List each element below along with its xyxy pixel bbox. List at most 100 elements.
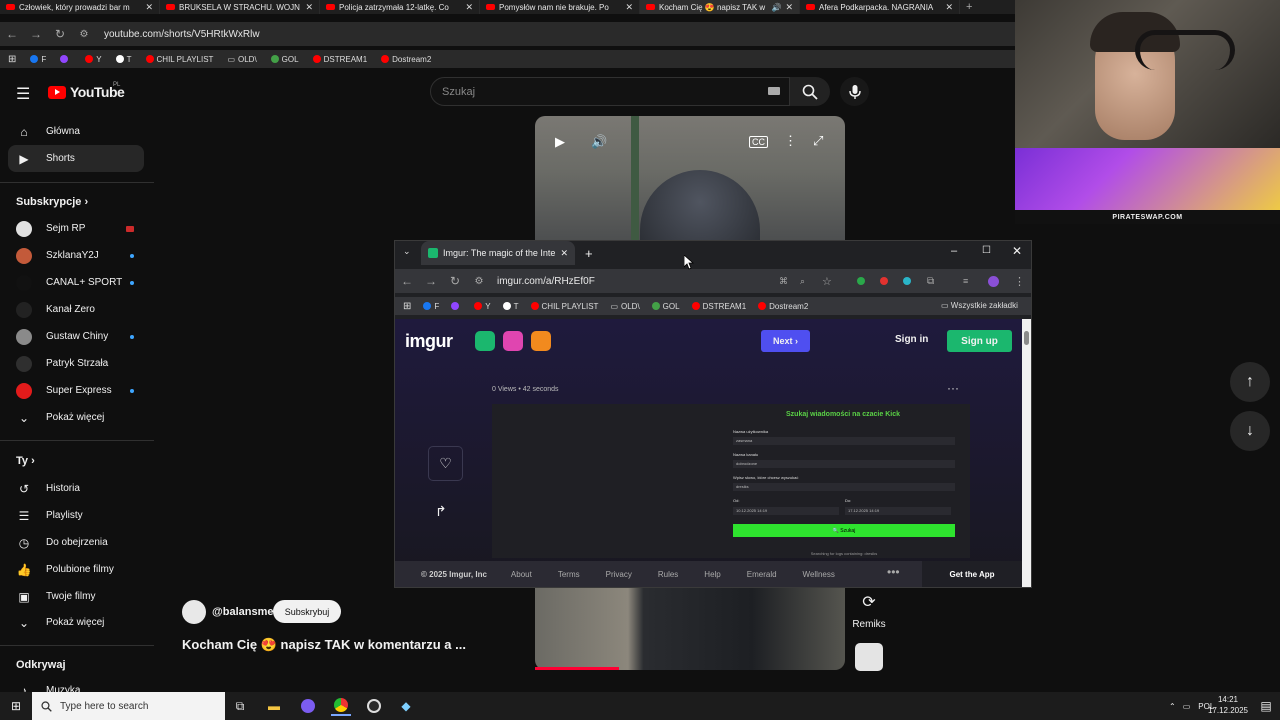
scrollbar[interactable] bbox=[1022, 319, 1031, 587]
post-more-icon[interactable]: ··· bbox=[947, 381, 959, 395]
all-bookmarks[interactable]: ▭ Wszystkie zakładki bbox=[941, 301, 1018, 310]
audio-playing-icon[interactable]: 🔊 bbox=[771, 3, 781, 12]
sidebar-item[interactable]: ↺ Historia bbox=[8, 475, 144, 502]
footer-link[interactable]: Privacy bbox=[606, 570, 632, 579]
site-info-icon[interactable]: ⚙ bbox=[467, 276, 491, 287]
forward-icon[interactable]: → bbox=[24, 27, 48, 41]
browser-tab[interactable]: Pomysłów nam nie brakuje. Po ✕ bbox=[480, 0, 640, 14]
sidebar-item[interactable]: Kanał Zero bbox=[8, 296, 144, 323]
media-icon[interactable]: ≡ bbox=[963, 276, 968, 286]
imgur-upload-icon[interactable] bbox=[475, 331, 495, 351]
taskbar-search[interactable]: Type here to search bbox=[32, 692, 225, 720]
you-heading[interactable]: Ty › bbox=[16, 455, 35, 467]
keyboard-icon[interactable] bbox=[768, 87, 780, 95]
sidebar-item[interactable]: SzklanaY2J bbox=[8, 242, 144, 269]
close-tab-icon[interactable]: ✕ bbox=[465, 2, 473, 13]
sidebar-item[interactable]: ◷ Do obejrzenia bbox=[8, 529, 144, 556]
tab-search-icon[interactable]: ⌄ bbox=[403, 246, 411, 257]
maximize-icon[interactable]: ☐ bbox=[982, 245, 991, 256]
footer-more-icon[interactable]: ••• bbox=[887, 565, 900, 579]
browser-tab[interactable]: Człowiek, który prowadzi bar m ✕ bbox=[0, 0, 160, 14]
tray-chevron-icon[interactable]: ⌃ bbox=[1169, 702, 1176, 711]
search-button[interactable] bbox=[790, 77, 830, 106]
remix-icon[interactable]: ⟳ bbox=[852, 588, 886, 616]
footer-link[interactable]: Help bbox=[704, 570, 720, 579]
bookmark-item[interactable]: T bbox=[115, 55, 132, 64]
imgur-logo[interactable]: imgur bbox=[405, 331, 453, 352]
forward-icon[interactable]: → bbox=[419, 274, 443, 288]
sign-up-button[interactable]: Sign up bbox=[947, 330, 1012, 352]
next-short-button[interactable]: ↓ bbox=[1230, 411, 1270, 451]
bookmark-item[interactable]: F bbox=[423, 302, 439, 311]
windows-start-icon[interactable]: ⊞ bbox=[6, 696, 26, 716]
imgur-tab[interactable]: Imgur: The magic of the Interne ✕ bbox=[421, 241, 575, 265]
minimize-icon[interactable]: – bbox=[951, 245, 957, 257]
volume-icon[interactable]: 🔊 bbox=[591, 134, 607, 150]
close-tab-icon[interactable]: ✕ bbox=[785, 2, 793, 13]
subscribe-button[interactable]: Subskrybuj bbox=[273, 600, 341, 623]
bookmark-item[interactable]: Y bbox=[474, 302, 491, 311]
voice-search-button[interactable] bbox=[840, 77, 869, 106]
favorite-button[interactable]: ♡ bbox=[428, 446, 463, 481]
new-tab-icon[interactable]: + bbox=[585, 246, 593, 261]
browser-menu-icon[interactable]: ⋮ bbox=[1014, 275, 1025, 288]
browser-tab[interactable]: Afera Podkarpacka. NAGRANIA ✕ bbox=[800, 0, 960, 14]
get-app-button[interactable]: Get the App bbox=[922, 561, 1022, 587]
menu-icon[interactable]: ☰ bbox=[16, 84, 30, 104]
bookmark-item[interactable]: ▭ OLD\ bbox=[610, 302, 639, 311]
imgur-url[interactable]: imgur.com/a/RHzEf0F bbox=[497, 276, 595, 287]
bookmark-item[interactable]: T bbox=[502, 302, 519, 311]
app-icon[interactable] bbox=[364, 696, 384, 716]
sound-thumbnail[interactable] bbox=[855, 643, 883, 671]
bookmark-item[interactable]: Dostream2 bbox=[758, 302, 808, 311]
browser-tab[interactable]: Kocham Cię 😍 napisz TAK w 🔊 ✕ bbox=[640, 0, 800, 14]
back-icon[interactable]: ← bbox=[395, 274, 419, 288]
play-icon[interactable]: ▶ bbox=[555, 134, 565, 150]
browser-tab[interactable]: Policja zatrzymała 12-latkę. Co ✕ bbox=[320, 0, 480, 14]
bookmark-item[interactable]: Dostream2 bbox=[381, 55, 431, 64]
chrome-icon[interactable] bbox=[331, 696, 351, 716]
outer-url[interactable]: youtube.com/shorts/V5HRtkWxRlw bbox=[104, 29, 260, 40]
back-icon[interactable]: ← bbox=[0, 27, 24, 41]
video-progress-bar[interactable] bbox=[535, 667, 619, 670]
next-post-button[interactable]: Next › bbox=[761, 330, 810, 352]
short-title[interactable]: Kocham Cię 😍 napisz TAK w komentarzu a .… bbox=[182, 637, 466, 653]
subscriptions-heading[interactable]: Subskrypcje › bbox=[16, 196, 88, 208]
sidebar-item[interactable]: Gustaw Chiny bbox=[8, 323, 144, 350]
bookmark-item[interactable]: F bbox=[30, 55, 46, 64]
bookmark-item[interactable] bbox=[60, 55, 71, 63]
bookmark-item[interactable]: DSTREAM1 bbox=[691, 302, 746, 311]
network-icon[interactable]: ▭ bbox=[1183, 702, 1191, 711]
apps-grid-icon[interactable]: ⊞ bbox=[8, 54, 16, 65]
footer-link[interactable]: Emerald bbox=[747, 570, 777, 579]
new-tab-icon[interactable]: + bbox=[966, 1, 972, 13]
imgur-meme-icon[interactable] bbox=[503, 331, 523, 351]
footer-link[interactable]: Terms bbox=[558, 570, 580, 579]
bookmark-item[interactable]: GOL bbox=[651, 302, 680, 311]
sign-in-link[interactable]: Sign in bbox=[895, 334, 928, 345]
file-explorer-icon[interactable]: ▬ bbox=[264, 696, 284, 716]
sidebar-item[interactable]: Patryk Strzała bbox=[8, 350, 144, 377]
extension-icon[interactable] bbox=[857, 277, 865, 285]
close-tab-icon[interactable]: ✕ bbox=[305, 2, 313, 13]
fullscreen-icon[interactable]: ⤢ bbox=[813, 133, 823, 149]
close-window-icon[interactable]: ✕ bbox=[1012, 244, 1022, 258]
sidebar-item[interactable]: CANAL+ SPORT bbox=[8, 269, 144, 296]
close-tab-icon[interactable]: ✕ bbox=[145, 2, 153, 13]
share-icon[interactable]: ↱ bbox=[435, 503, 447, 520]
footer-link[interactable]: Wellness bbox=[803, 570, 835, 579]
scrollbar-thumb[interactable] bbox=[1024, 331, 1029, 345]
apps-grid-icon[interactable]: ⊞ bbox=[403, 301, 411, 312]
reload-icon[interactable]: ↻ bbox=[48, 27, 72, 41]
bookmark-item[interactable]: CHIL PLAYLIST bbox=[145, 55, 213, 64]
sidebar-item[interactable]: ⌂ Główna bbox=[8, 118, 144, 145]
close-tab-icon[interactable]: ✕ bbox=[945, 2, 953, 13]
sidebar-item[interactable]: ⌄ Pokaż więcej bbox=[8, 404, 144, 431]
sidebar-item[interactable]: 👍 Polubione filmy bbox=[8, 556, 144, 583]
previous-short-button[interactable]: ↑ bbox=[1230, 362, 1270, 402]
translate-icon[interactable]: ⌘ bbox=[779, 276, 788, 287]
sidebar-item[interactable]: ⌄ Pokaż więcej bbox=[8, 609, 144, 636]
bookmark-item[interactable]: CHIL PLAYLIST bbox=[530, 302, 598, 311]
bookmark-star-icon[interactable]: ☆ bbox=[822, 275, 832, 288]
taskbar-clock[interactable]: 14:21 17.12.2025 bbox=[1203, 694, 1253, 716]
